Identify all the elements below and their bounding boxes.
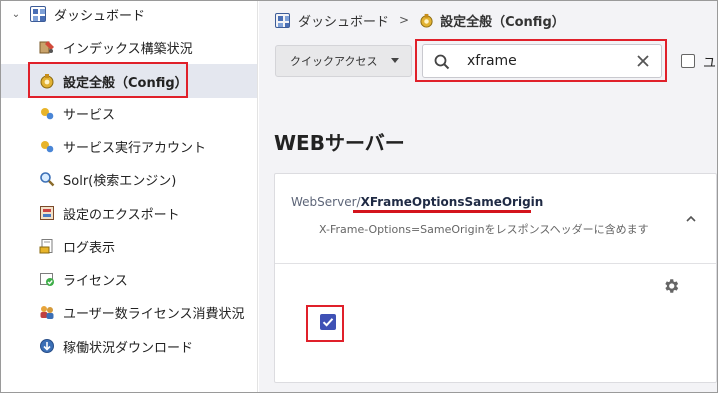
sidebar-item-label: 稼働状況ダウンロード	[63, 340, 194, 356]
sidebar-item-download[interactable]: 稼働状況ダウンロード	[0, 332, 257, 360]
breadcrumb-current: 設定全般（Config）	[440, 14, 565, 30]
service-icon	[39, 105, 55, 121]
quick-access-label: クイックアクセス	[290, 55, 378, 68]
breadcrumb: ダッシュボード > 設定全般（Config）	[275, 10, 565, 30]
sidebar-item-service-account[interactable]: サービス実行アカウント	[0, 132, 257, 160]
sidebar-item-label: ユーザー数ライセンス消費状況	[63, 306, 245, 322]
quick-access-dropdown[interactable]: クイックアクセス	[275, 45, 412, 77]
sidebar-item-label: サービス	[63, 107, 116, 123]
sidebar-item-label: インデックス構築状況	[63, 41, 193, 57]
breadcrumb-root[interactable]: ダッシュボード	[298, 11, 389, 30]
search-input[interactable]: xframe	[422, 44, 662, 78]
section-title: WEBサーバー	[274, 131, 405, 155]
log-icon	[39, 238, 55, 254]
gear-icon[interactable]	[662, 277, 680, 295]
search-value: xframe	[467, 53, 517, 69]
property-key: XFrameOptionsSameOrigin	[360, 195, 544, 209]
service-account-icon	[39, 138, 55, 154]
sidebar-item-license[interactable]: ライセンス	[0, 265, 257, 293]
sidebar-item-user-license[interactable]: ユーザー数ライセンス消費状況	[0, 298, 257, 326]
sidebar-item-log[interactable]: ログ表示	[0, 232, 257, 260]
sidebar-item-label: サービス実行アカウント	[63, 140, 207, 156]
property-description: X-Frame-Options=SameOriginをレスポンスヘッダーに含めま…	[319, 223, 649, 236]
export-icon	[39, 205, 55, 221]
property-card-header[interactable]: WebServer/XFrameOptionsSameOrigin X-Fram…	[275, 174, 716, 264]
chevron-up-icon[interactable]	[684, 211, 698, 225]
index-build-icon	[39, 39, 55, 55]
sidebar-item-solr[interactable]: Solr(検索エンジン)	[0, 165, 257, 193]
search-icon	[433, 53, 451, 71]
property-card: WebServer/XFrameOptionsSameOrigin X-Fram…	[274, 173, 717, 383]
sidebar-item-label: Solr(検索エンジン)	[63, 173, 177, 189]
caret-down-icon	[391, 58, 399, 63]
sidebar-item-label: 設定全般（Config）	[63, 75, 188, 91]
sidebar-item-index-status[interactable]: インデックス構築状況	[0, 33, 257, 61]
license-icon	[39, 271, 55, 287]
main-panel: ダッシュボード > 設定全般（Config） クイックアクセス xframe ユ…	[259, 0, 718, 393]
user-license-icon	[39, 304, 55, 320]
breadcrumb-separator: >	[399, 13, 410, 27]
sidebar-item-export[interactable]: 設定のエクスポート	[0, 199, 257, 227]
highlight-underline-key	[353, 210, 531, 213]
sidebar-item-service[interactable]: サービス	[0, 99, 257, 127]
config-icon	[39, 73, 55, 89]
sidebar-item-label: ダッシュボード	[54, 8, 146, 24]
sidebar-item-config[interactable]: 設定全般（Config）	[0, 64, 257, 98]
sidebar-item-label: 設定のエクスポート	[63, 207, 180, 223]
property-prefix: WebServer/	[291, 195, 361, 209]
config-icon	[419, 13, 434, 28]
property-name: WebServer/XFrameOptionsSameOrigin	[291, 195, 543, 209]
filter-checkbox[interactable]	[681, 54, 695, 68]
checkmark-icon	[322, 318, 334, 327]
dashboard-icon	[30, 6, 46, 22]
close-icon[interactable]	[634, 52, 652, 70]
sidebar: ⌄ ダッシュボード インデックス構築状況 設定全般（Config） サービス サ…	[0, 0, 258, 393]
property-checkbox[interactable]	[320, 314, 336, 330]
chevron-down-icon[interactable]: ⌄	[10, 9, 22, 20]
dashboard-icon	[275, 12, 290, 28]
sidebar-item-dashboard[interactable]: ⌄ ダッシュボード	[0, 0, 257, 28]
sidebar-item-label: ライセンス	[63, 273, 128, 289]
download-icon	[39, 338, 55, 354]
sidebar-item-label: ログ表示	[63, 240, 116, 256]
filter-checkbox-label: ユ	[703, 56, 717, 71]
search-engine-icon	[39, 171, 55, 187]
